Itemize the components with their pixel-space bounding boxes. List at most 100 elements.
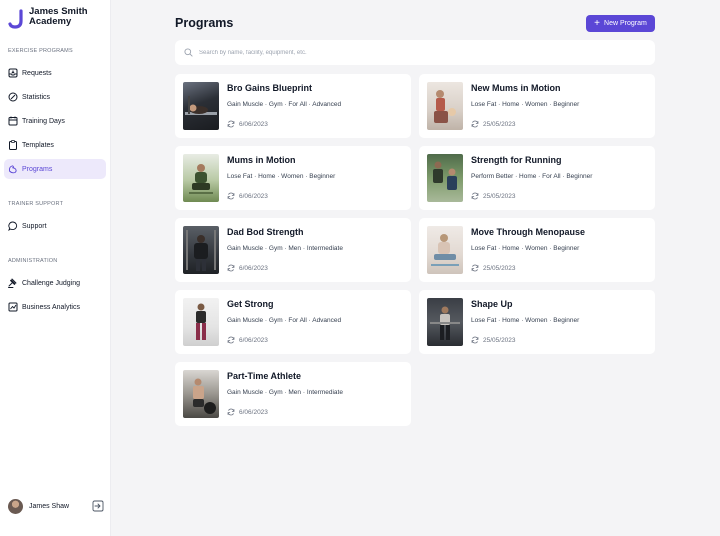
- refresh-icon: [471, 264, 479, 272]
- refresh-icon: [471, 120, 479, 128]
- program-tags: Lose Fat · Home · Women · Beginner: [471, 245, 580, 252]
- program-updated: 25/05/2023: [471, 264, 516, 272]
- program-title: New Mums in Motion: [471, 83, 561, 93]
- program-updated: 25/05/2023: [471, 336, 516, 344]
- program-thumbnail: [427, 82, 463, 130]
- sidebar-item-programs[interactable]: Programs: [4, 159, 106, 179]
- program-thumbnail: [183, 298, 219, 346]
- program-thumbnail: [183, 82, 219, 130]
- program-date: 25/05/2023: [483, 120, 516, 128]
- program-date: 6/06/2023: [239, 408, 268, 416]
- program-thumbnail: [427, 226, 463, 274]
- program-card-mums-in-motion[interactable]: Mums in Motion Lose Fat · Home · Women ·…: [175, 146, 411, 210]
- calendar-icon: [8, 116, 18, 126]
- program-card-bro-gains-blueprint[interactable]: Bro Gains Blueprint Gain Muscle · Gym · …: [175, 74, 411, 138]
- sidebar-item-requests[interactable]: Requests: [4, 63, 106, 83]
- program-card-shape-up[interactable]: Shape Up Lose Fat · Home · Women · Begin…: [419, 290, 655, 354]
- clipboard-icon: [8, 140, 18, 150]
- program-title: Part-Time Athlete: [227, 371, 302, 381]
- inbox-icon: [8, 68, 18, 78]
- program-date: 6/06/2023: [239, 336, 268, 344]
- gauge-icon: [8, 92, 18, 102]
- sidebar: James Smith Academy EXERCISE PROGRAMS Re…: [0, 0, 111, 536]
- program-date: 25/05/2023: [483, 336, 516, 344]
- program-thumbnail: [427, 298, 463, 346]
- sidebar-item-label: Requests: [22, 69, 52, 77]
- sidebar-item-support[interactable]: Support: [4, 216, 106, 236]
- program-title: Mums in Motion: [227, 155, 296, 165]
- user-profile[interactable]: James Shaw: [8, 498, 104, 514]
- program-date: 6/06/2023: [239, 192, 268, 200]
- brand-name: James Smith Academy: [29, 6, 88, 27]
- program-date: 6/06/2023: [239, 120, 268, 128]
- refresh-icon: [227, 408, 235, 416]
- sidebar-item-business-analytics[interactable]: Business Analytics: [4, 297, 106, 317]
- program-updated: 6/06/2023: [227, 264, 268, 272]
- sidebar-item-label: Statistics: [22, 93, 51, 101]
- section-label-exercise: EXERCISE PROGRAMS: [8, 48, 73, 54]
- sidebar-item-training-days[interactable]: Training Days: [4, 111, 106, 131]
- search-bar[interactable]: [175, 40, 655, 65]
- sidebar-item-label: Business Analytics: [22, 303, 80, 311]
- dumbbell-arm-icon: [8, 164, 18, 174]
- new-program-button[interactable]: + New Program: [586, 15, 655, 32]
- program-title: Move Through Menopause: [471, 227, 586, 237]
- program-tags: Gain Muscle · Gym · For All · Advanced: [227, 317, 342, 324]
- program-card-get-strong[interactable]: Get Strong Gain Muscle · Gym · For All ·…: [175, 290, 411, 354]
- program-title: Bro Gains Blueprint: [227, 83, 313, 93]
- program-tags: Gain Muscle · Gym · Men · Intermediate: [227, 389, 343, 396]
- program-card-new-mums-in-motion[interactable]: New Mums in Motion Lose Fat · Home · Wom…: [419, 74, 655, 138]
- program-tags: Gain Muscle · Gym · Men · Intermediate: [227, 245, 343, 252]
- refresh-icon: [227, 336, 235, 344]
- new-program-label: New Program: [604, 20, 647, 27]
- program-tags: Perform Better · Home · For All · Beginn…: [471, 173, 593, 180]
- section-label-trainer: TRAINER SUPPORT: [8, 201, 64, 207]
- program-tags: Lose Fat · Home · Women · Beginner: [471, 101, 580, 108]
- program-tags: Lose Fat · Home · Women · Beginner: [227, 173, 336, 180]
- refresh-icon: [471, 192, 479, 200]
- program-date: 25/05/2023: [483, 264, 516, 272]
- refresh-icon: [471, 336, 479, 344]
- logout-icon[interactable]: [92, 500, 104, 512]
- brand-mark-icon: [8, 9, 23, 29]
- brand-logo[interactable]: James Smith Academy: [8, 7, 88, 29]
- program-title: Shape Up: [471, 299, 513, 309]
- program-card-dad-bod-strength[interactable]: Dad Bod Strength Gain Muscle · Gym · Men…: [175, 218, 411, 282]
- refresh-icon: [227, 264, 235, 272]
- search-icon: [184, 48, 193, 57]
- gavel-icon: [8, 278, 18, 288]
- program-date: 25/05/2023: [483, 192, 516, 200]
- program-tags: Gain Muscle · Gym · For All · Advanced: [227, 101, 342, 108]
- program-card-move-through-menopause[interactable]: Move Through Menopause Lose Fat · Home ·…: [419, 218, 655, 282]
- search-input[interactable]: [199, 49, 629, 56]
- program-thumbnail: [183, 370, 219, 418]
- sidebar-item-label: Templates: [22, 141, 54, 149]
- refresh-icon: [227, 120, 235, 128]
- sidebar-item-templates[interactable]: Templates: [4, 135, 106, 155]
- program-tags: Lose Fat · Home · Women · Beginner: [471, 317, 580, 324]
- chart-icon: [8, 302, 18, 312]
- program-card-strength-for-running[interactable]: Strength for Running Perform Better · Ho…: [419, 146, 655, 210]
- user-name: James Shaw: [29, 502, 70, 510]
- section-label-admin: ADMINISTRATION: [8, 258, 58, 264]
- program-title: Get Strong: [227, 299, 274, 309]
- program-date: 6/06/2023: [239, 264, 268, 272]
- page-title: Programs: [175, 16, 234, 30]
- sidebar-item-challenge-judging[interactable]: Challenge Judging: [4, 273, 106, 293]
- program-updated: 6/06/2023: [227, 120, 268, 128]
- program-thumbnail: [183, 154, 219, 202]
- program-updated: 25/05/2023: [471, 192, 516, 200]
- program-thumbnail: [427, 154, 463, 202]
- program-thumbnail: [183, 226, 219, 274]
- program-updated: 6/06/2023: [227, 192, 268, 200]
- sidebar-item-statistics[interactable]: Statistics: [4, 87, 106, 107]
- program-updated: 6/06/2023: [227, 408, 268, 416]
- chat-bubble-icon: [8, 221, 18, 231]
- sidebar-item-label: Programs: [22, 165, 53, 173]
- program-card-part-time-athlete[interactable]: Part-Time Athlete Gain Muscle · Gym · Me…: [175, 362, 411, 426]
- program-title: Dad Bod Strength: [227, 227, 304, 237]
- program-title: Strength for Running: [471, 155, 562, 165]
- plus-icon: +: [594, 17, 601, 29]
- sidebar-item-label: Training Days: [22, 117, 65, 125]
- sidebar-item-label: Challenge Judging: [22, 279, 80, 287]
